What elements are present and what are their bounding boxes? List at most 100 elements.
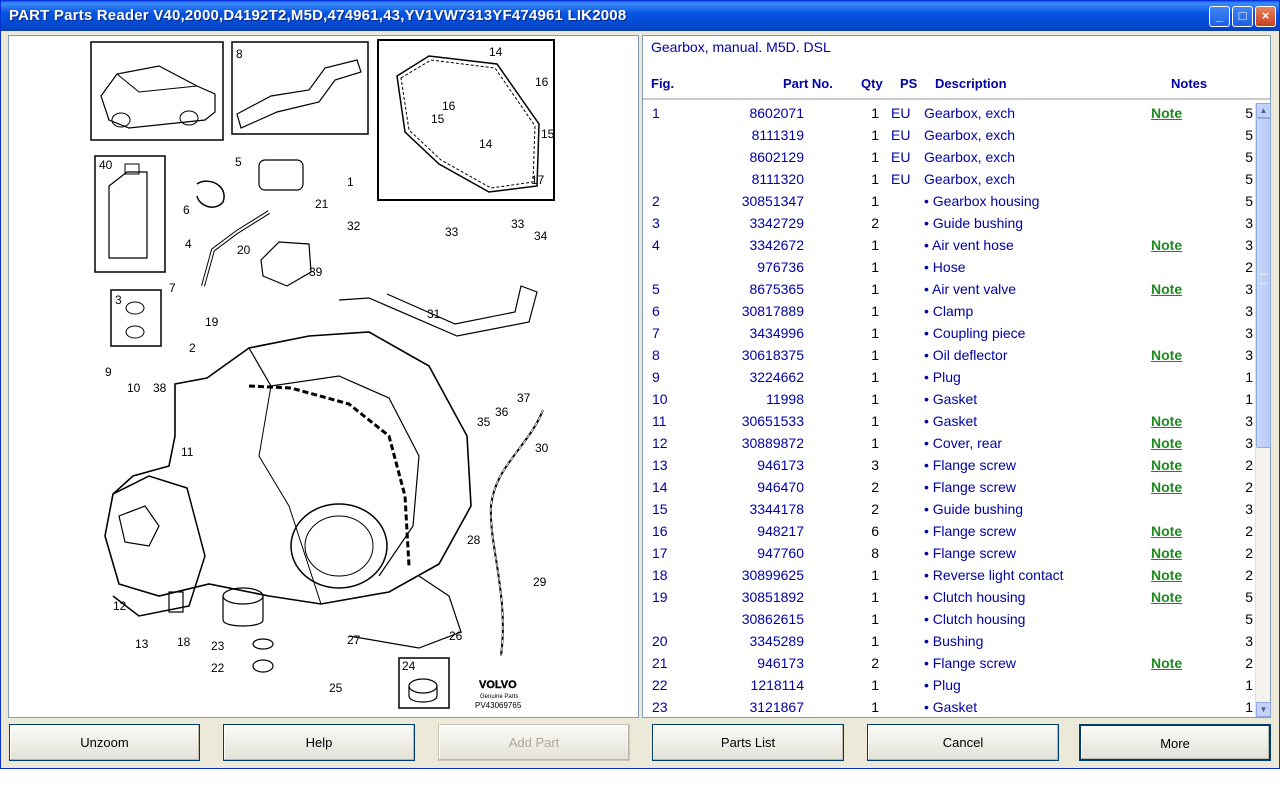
row-description: • Bushing [924,633,984,649]
row-level: 2 [1245,479,1253,495]
row-part-number: 30618375 [741,347,804,363]
table-row[interactable]: 15 3344178 2 • Guide bushing 3 [643,499,1255,521]
row-note-link[interactable]: Note [1151,105,1182,121]
row-description: • Hose [924,259,966,275]
vertical-scrollbar[interactable]: ▲ ▼ [1255,103,1271,717]
table-row[interactable]: 1 8602071 1 EU Gearbox, exch Note 5 [643,103,1255,125]
row-note-link[interactable]: Note [1151,523,1182,539]
row-qty: 1 [871,193,879,209]
table-row[interactable]: 14 946470 2 • Flange screw Note 2 [643,477,1255,499]
row-fig: 7 [652,325,660,341]
column-header-part-no[interactable]: Part No. [783,76,833,91]
row-note-link[interactable]: Note [1151,457,1182,473]
row-part-number: 8675365 [749,281,804,297]
table-row[interactable]: 12 30889872 1 • Cover, rear Note 3 [643,433,1255,455]
table-row[interactable]: 19 30851892 1 • Clutch housing Note 5 [643,587,1255,609]
title-bar[interactable]: PART Parts Reader V40,2000,D4192T2,M5D,4… [1,1,1279,31]
table-row[interactable]: 8111320 1 EU Gearbox, exch 5 [643,169,1255,191]
row-note-link[interactable]: Note [1151,655,1182,671]
row-note-link[interactable]: Note [1151,281,1182,297]
row-description: • Gearbox housing [924,193,1040,209]
close-button[interactable]: × [1255,6,1276,27]
row-fig: 4 [652,237,660,253]
table-row[interactable]: 8602129 1 EU Gearbox, exch 5 [643,147,1255,169]
svg-text:20: 20 [237,243,251,257]
table-row[interactable]: 976736 1 • Hose 2 [643,257,1255,279]
table-row[interactable]: 20 3345289 1 • Bushing 3 [643,631,1255,653]
column-header-notes[interactable]: Notes [1171,76,1207,91]
scrollbar-thumb[interactable] [1256,118,1271,448]
table-row[interactable]: 16 948217 6 • Flange screw Note 2 [643,521,1255,543]
row-fig: 15 [652,501,668,517]
table-row[interactable]: 30862615 1 • Clutch housing 5 [643,609,1255,631]
row-description: Gearbox, exch [924,127,1016,143]
add-part-button[interactable]: Add Part [438,724,630,761]
parts-list-button[interactable]: Parts List [652,724,844,761]
row-description: • Clamp [924,303,974,319]
table-row[interactable]: 8 30618375 1 • Oil deflector Note 3 [643,345,1255,367]
scroll-down-arrow-icon[interactable]: ▼ [1256,702,1271,717]
table-row[interactable]: 4 3342672 1 • Air vent hose Note 3 [643,235,1255,257]
table-row[interactable]: 5 8675365 1 • Air vent valve Note 3 [643,279,1255,301]
svg-text:36: 36 [495,405,509,419]
table-row[interactable]: 3 3342729 2 • Guide bushing 3 [643,213,1255,235]
row-note-link[interactable]: Note [1151,589,1182,605]
row-level: 3 [1245,501,1253,517]
maximize-button[interactable]: □ [1232,6,1253,27]
table-row[interactable]: 18 30899625 1 • Reverse light contact Note 2 [643,565,1255,587]
row-part-number: 8111319 [751,127,804,143]
row-qty: 3 [871,457,879,473]
row-note-link[interactable]: Note [1151,347,1182,363]
scroll-up-arrow-icon[interactable]: ▲ [1256,103,1271,118]
table-row[interactable]: 2 30851347 1 • Gearbox housing 5 [643,191,1255,213]
row-note-link[interactable]: Note [1151,567,1182,583]
parts-list[interactable]: 1 8602071 1 EU Gearbox, exch Note 5 8111319 1 EU G… [643,103,1255,717]
row-qty: 1 [871,567,879,583]
row-part-number: 3344178 [749,501,804,517]
row-description: Gearbox, exch [924,149,1016,165]
column-header-fig[interactable]: Fig. [651,76,674,91]
table-row[interactable]: 6 30817889 1 • Clamp 3 [643,301,1255,323]
table-row[interactable]: 22 1218114 1 • Plug 1 [643,675,1255,697]
svg-text:33: 33 [445,225,459,239]
help-button[interactable]: Help [223,724,415,761]
row-part-number: 946470 [757,479,804,495]
table-row[interactable]: 13 946173 3 • Flange screw Note 2 [643,455,1255,477]
table-row[interactable]: 23 3121867 1 • Gasket 1 [643,697,1255,717]
row-fig: 16 [652,523,668,539]
table-row[interactable]: 7 3434996 1 • Coupling piece 3 [643,323,1255,345]
row-level: 5 [1245,171,1253,187]
row-note-link[interactable]: Note [1151,479,1182,495]
table-row[interactable]: 17 947760 8 • Flange screw Note 2 [643,543,1255,565]
exploded-diagram[interactable]: 8 14 16 16 15 14 15 17 40 5 1 6 4 21 20 … [8,35,639,718]
column-header-qty[interactable]: Qty [861,76,883,91]
row-description: Gearbox, exch [924,105,1016,121]
cancel-button[interactable]: Cancel [867,724,1059,761]
row-qty: 2 [871,215,879,231]
row-level: 1 [1245,369,1253,385]
row-part-number: 8111320 [751,171,804,187]
more-button[interactable]: More [1079,724,1271,761]
row-description: • Oil deflector [924,347,1008,363]
row-level: 3 [1245,215,1253,231]
unzoom-button[interactable]: Unzoom [9,724,200,761]
row-note-link[interactable]: Note [1151,545,1182,561]
minimize-button[interactable]: _ [1209,6,1230,27]
svg-text:30: 30 [535,441,549,455]
row-level: 2 [1245,523,1253,539]
column-header-ps[interactable]: PS [900,76,917,91]
table-row[interactable]: 10 11998 1 • Gasket 1 [643,389,1255,411]
row-description: • Clutch housing [924,611,1026,627]
svg-text:38: 38 [153,381,167,395]
table-row[interactable]: 9 3224662 1 • Plug 1 [643,367,1255,389]
row-qty: 1 [871,149,879,165]
table-row[interactable]: 11 30651533 1 • Gasket Note 3 [643,411,1255,433]
column-header-description[interactable]: Description [935,76,1007,91]
row-qty: 1 [871,127,879,143]
row-note-link[interactable]: Note [1151,435,1182,451]
row-qty: 1 [871,589,879,605]
table-row[interactable]: 8111319 1 EU Gearbox, exch 5 [643,125,1255,147]
table-row[interactable]: 21 946173 2 • Flange screw Note 2 [643,653,1255,675]
row-note-link[interactable]: Note [1151,237,1182,253]
row-note-link[interactable]: Note [1151,413,1182,429]
